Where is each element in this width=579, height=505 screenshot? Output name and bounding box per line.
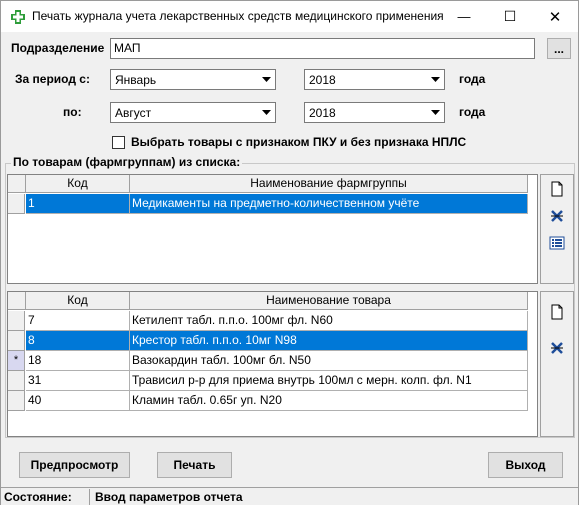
chevron-down-icon[interactable]	[258, 103, 275, 122]
chevron-down-icon[interactable]	[427, 103, 444, 122]
department-browse-button[interactable]: ...	[547, 38, 571, 59]
preview-button[interactable]: Предпросмотр	[19, 452, 130, 478]
cell-goods-name: Вазокардин табл. 100мг бл. N50	[130, 351, 528, 371]
cell-code: 7	[26, 311, 130, 331]
column-header-code[interactable]: Код	[26, 175, 130, 193]
grid-corner	[8, 292, 26, 310]
status-bar: Состояние: Ввод параметров отчета	[1, 487, 578, 505]
window-title: Печать журнала учета лекарственных средс…	[32, 9, 444, 23]
department-field[interactable]: МАП	[110, 38, 535, 59]
column-header-code[interactable]: Код	[26, 292, 130, 310]
row-indicator[interactable]	[8, 194, 25, 214]
maximize-button[interactable]: ☐	[487, 1, 533, 32]
pku-checkbox-label[interactable]: Выбрать товары с признаком ПКУ и без при…	[131, 135, 466, 149]
list-icon[interactable]	[549, 235, 565, 251]
goods-grid[interactable]: Код Наименование товара 7 Кетилепт табл.…	[7, 291, 538, 437]
exit-button[interactable]: Выход	[488, 452, 563, 478]
minimize-icon: —	[457, 9, 471, 24]
medical-cross-icon	[11, 10, 25, 24]
cell-group-name: Медикаменты на предметно-количественном …	[130, 194, 528, 214]
row-indicator[interactable]	[8, 371, 25, 391]
status-value: Ввод параметров отчета	[95, 490, 243, 504]
new-document-icon[interactable]	[549, 304, 565, 320]
chevron-down-icon[interactable]	[258, 70, 275, 89]
to-month-select[interactable]: Август	[110, 102, 276, 123]
print-button[interactable]: Печать	[157, 452, 232, 478]
cell-goods-name: Крестор табл. п.п.о. 10мг N98	[130, 331, 528, 351]
cell-goods-name: Кетилепт табл. п.п.о. 100мг фл. N60	[130, 311, 528, 331]
to-year-value: 2018	[309, 106, 336, 120]
department-label: Подразделение	[11, 41, 105, 55]
from-month-value: Январь	[115, 73, 157, 87]
minimize-button[interactable]: —	[441, 1, 487, 32]
cell-code: 8	[26, 331, 130, 351]
groups-toolbar	[540, 174, 574, 284]
column-header-goods-name[interactable]: Наименование товара	[130, 292, 528, 310]
goods-toolbar	[540, 291, 574, 437]
cell-code: 18	[26, 351, 130, 371]
column-header-group-name[interactable]: Наименование фармгруппы	[130, 175, 528, 193]
cell-code: 31	[26, 371, 130, 391]
status-label: Состояние:	[4, 490, 72, 504]
new-document-icon[interactable]	[549, 181, 565, 197]
from-year-value: 2018	[309, 73, 336, 87]
to-month-value: Август	[115, 106, 152, 120]
title-bar: Печать журнала учета лекарственных средс…	[1, 1, 578, 32]
close-icon: ✕	[548, 8, 562, 26]
row-indicator[interactable]	[8, 331, 25, 351]
cell-code: 40	[26, 391, 130, 411]
from-year-select[interactable]: 2018	[304, 69, 445, 90]
maximize-icon: ☐	[503, 8, 517, 24]
period-to-label: по:	[63, 105, 82, 119]
to-year-suffix: года	[459, 105, 486, 119]
print-journal-dialog: Печать журнала учета лекарственных средс…	[0, 0, 579, 505]
row-indicator[interactable]	[8, 311, 25, 331]
row-indicator[interactable]	[8, 391, 25, 411]
status-divider	[89, 489, 90, 505]
cell-goods-name: Трависил р-р для приема внутрь 100мл с м…	[130, 371, 528, 391]
to-year-select[interactable]: 2018	[304, 102, 445, 123]
grid-corner	[8, 175, 26, 193]
from-year-suffix: года	[459, 72, 486, 86]
row-indicator[interactable]: *	[8, 351, 25, 371]
pharm-groups-grid[interactable]: Код Наименование фармгруппы 1 Медикамент…	[7, 174, 538, 284]
period-from-label: За период с:	[15, 72, 90, 86]
groups-section-label: По товарам (фармгруппам) из списка:	[11, 155, 243, 169]
delete-icon[interactable]	[549, 340, 565, 356]
pku-checkbox[interactable]	[112, 136, 125, 149]
cell-code: 1	[26, 194, 130, 214]
close-button[interactable]: ✕	[532, 1, 578, 32]
from-month-select[interactable]: Январь	[110, 69, 276, 90]
cell-goods-name: Кламин табл. 0.65г уп. N20	[130, 391, 528, 411]
chevron-down-icon[interactable]	[427, 70, 444, 89]
delete-icon[interactable]	[549, 208, 565, 224]
